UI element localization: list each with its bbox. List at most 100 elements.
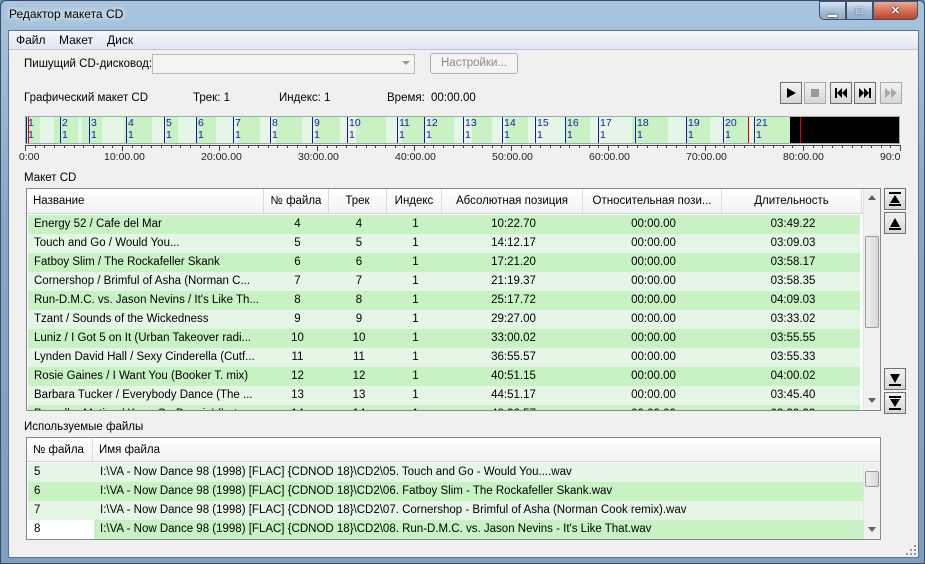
layout-table-cell: 11 xyxy=(291,351,304,363)
move-to-bottom-button[interactable] xyxy=(884,392,906,414)
layout-table-cell: Energy 52 / Cafe del Mar xyxy=(34,218,162,230)
timeline-track-marker[interactable]: 41 xyxy=(126,117,134,143)
ruler-minor-tick xyxy=(579,145,580,148)
files-scroll-thumb[interactable] xyxy=(865,471,879,487)
move-down-button[interactable] xyxy=(884,368,906,390)
file-row[interactable]: 5 I:\VA - Now Dance 98 (1998) [FLAC] {CDN… xyxy=(28,463,863,482)
layout-col-header[interactable]: Название xyxy=(27,189,264,214)
ruler-minor-tick xyxy=(890,145,891,148)
timeline-track-marker[interactable]: 61 xyxy=(196,117,204,143)
timeline-track-marker[interactable]: 14 1 xyxy=(502,117,516,143)
timeline-track-marker[interactable]: 19 1 xyxy=(686,117,700,143)
ruler-minor-tick xyxy=(258,145,259,148)
files-scroll-down-button[interactable] xyxy=(864,521,880,538)
layout-table-row[interactable]: Tzant / Sounds of the Wickedness 9 9 1 29:27… xyxy=(28,310,860,329)
layout-table-cell: 00:00.00 xyxy=(631,256,676,268)
timeline-track-marker[interactable]: 13 1 xyxy=(463,117,477,143)
menu-layout[interactable]: Макет xyxy=(59,33,93,47)
timeline-track-marker[interactable]: 11 xyxy=(26,117,34,143)
timeline-track-marker[interactable]: 16 1 xyxy=(565,117,579,143)
layout-table-row[interactable]: Barbara Tucker / Everybody Dance (The ..… xyxy=(28,386,860,405)
layout-col-header[interactable]: Абсолютная позиция xyxy=(442,189,583,214)
timeline-track-marker[interactable]: 20 1 xyxy=(723,117,737,143)
timeline-track-marker[interactable]: 12 1 xyxy=(424,117,438,143)
menu-file[interactable]: Файл xyxy=(16,33,46,47)
layout-col-header[interactable]: Относительная пози... xyxy=(583,189,722,214)
layout-table-row[interactable]: Energy 52 / Cafe del Mar 4 4 1 10:22.70 00:00… xyxy=(28,215,860,234)
close-button[interactable]: ✕ xyxy=(873,1,918,20)
next-track-button[interactable] xyxy=(854,82,876,104)
layout-table-row[interactable]: Cornershop / Brimful of Asha (Norman C..… xyxy=(28,272,860,291)
scroll-down-button[interactable] xyxy=(864,392,880,409)
ruler-minor-tick xyxy=(657,145,658,148)
file-row[interactable]: 8 I:\VA - Now Dance 98 (1998) [FLAC] {CDN… xyxy=(28,520,863,539)
drive-select[interactable] xyxy=(152,54,415,74)
file-row[interactable]: 7 I:\VA - Now Dance 98 (1998) [FLAC] {CDN… xyxy=(28,501,863,520)
timeline-track-marker[interactable]: 11 1 xyxy=(397,117,410,143)
previous-track-button[interactable] xyxy=(830,82,852,104)
layout-col-header[interactable]: № файла xyxy=(264,189,329,214)
layout-col-header[interactable]: Трек xyxy=(329,189,387,214)
layout-col-header[interactable]: Длительность xyxy=(722,189,862,214)
layout-table-cell: 10 xyxy=(352,332,366,344)
timeline-track-marker[interactable]: 17 1 xyxy=(598,117,612,143)
timeline-track-marker[interactable]: 51 xyxy=(164,117,172,143)
move-to-top-icon xyxy=(889,192,901,206)
ruler-minor-tick xyxy=(209,145,210,148)
fast-forward-button[interactable] xyxy=(880,82,902,104)
timeline-track-marker[interactable]: 15 1 xyxy=(535,117,549,143)
title-bar[interactable]: Редактор макета CD ▁ □ ✕ xyxy=(1,1,924,29)
layout-table-cell: Lynden David Hall / Sexy Cinderella (Cut… xyxy=(34,351,255,363)
layout-table-row[interactable]: Lynden David Hall / Sexy Cinderella (Cut… xyxy=(28,348,860,367)
timeline-track-marker[interactable]: 91 xyxy=(312,117,320,143)
settings-button[interactable]: Настройки... xyxy=(430,53,518,74)
ruler-minor-tick xyxy=(74,145,75,148)
stop-button[interactable] xyxy=(804,82,826,104)
layout-table-cell: 44:51.17 xyxy=(491,389,536,401)
minimize-button[interactable]: ▁ xyxy=(819,1,846,20)
layout-table-row[interactable]: Fatboy Slim / The Rockafeller Skank 6 6 1 17… xyxy=(28,253,860,272)
fast-forward-icon xyxy=(885,88,897,98)
maximize-button[interactable]: □ xyxy=(846,1,873,20)
layout-table-row[interactable]: Run-D.M.C. vs. Jason Nevins / It's Like … xyxy=(28,291,860,310)
files-table-header: № файла Имя файла xyxy=(27,438,880,462)
timeline-track-marker[interactable]: 18 1 xyxy=(635,117,649,143)
resize-grip-icon[interactable] xyxy=(906,545,916,555)
layout-table-cell: 10:22.70 xyxy=(491,218,536,230)
timeline-track-marker[interactable]: 21 1 xyxy=(754,117,768,143)
layout-table-row[interactable]: Propeller Motion / Keep On Dancin' (Let.… xyxy=(28,405,860,410)
track-number-label: 12 xyxy=(426,117,438,129)
file-row[interactable]: 6 I:\VA - Now Dance 98 (1998) [FLAC] {CDN… xyxy=(28,482,863,501)
index-number-label: 1 xyxy=(504,129,510,141)
scroll-up-button[interactable] xyxy=(864,189,880,206)
layout-scrollbar[interactable] xyxy=(863,189,880,410)
layout-table-cell: 1 xyxy=(412,389,419,401)
layout-table-cell: 4 xyxy=(294,218,301,230)
files-table: № файла Имя файла 5 I:\VA - Now Dance 98 … xyxy=(26,437,881,540)
layout-table-row[interactable]: Touch and Go / Would You... 5 5 1 14:12.17 00… xyxy=(28,234,860,253)
layout-col-header[interactable]: Индекс xyxy=(387,189,442,214)
files-col-name[interactable]: Имя файла xyxy=(93,438,865,462)
move-up-button[interactable] xyxy=(884,212,906,234)
timeline-track-marker[interactable]: 21 xyxy=(60,117,68,143)
scroll-thumb[interactable] xyxy=(865,236,879,328)
cd-timeline[interactable]: 1 1 2 1 3 1 4 1 5 1 6 1 7 1 8 1 9 1 10 1 11 1 12 1 13 1 14 1 15 1 16 1 1… xyxy=(25,116,900,144)
track-number-label: 3 xyxy=(91,117,97,129)
layout-table-row[interactable]: Rosie Gaines / I Want You (Booker T. mix… xyxy=(28,367,860,386)
move-to-top-button[interactable] xyxy=(884,188,906,210)
files-scrollbar[interactable] xyxy=(863,463,880,539)
timeline-track-marker[interactable]: 10 1 xyxy=(347,117,361,143)
files-col-number[interactable]: № файла xyxy=(27,438,93,462)
timeline-track-marker[interactable]: 81 xyxy=(270,117,278,143)
menu-disc[interactable]: Диск xyxy=(107,33,133,47)
timeline-track-marker[interactable]: 71 xyxy=(233,117,241,143)
layout-table-cell: 00:00.00 xyxy=(631,237,676,249)
layout-table-cell: 8 xyxy=(355,294,363,306)
ruler-minor-tick xyxy=(482,145,483,148)
play-button[interactable] xyxy=(780,82,802,104)
timeline-track-marker[interactable]: 31 xyxy=(89,117,97,143)
index-number-label: 1 xyxy=(600,129,606,141)
layout-table-cell: 6 xyxy=(294,256,301,268)
layout-table-row[interactable]: Luniz / I Got 5 on It (Urban Takeover ra… xyxy=(28,329,860,348)
ruler-minor-tick xyxy=(540,145,541,148)
